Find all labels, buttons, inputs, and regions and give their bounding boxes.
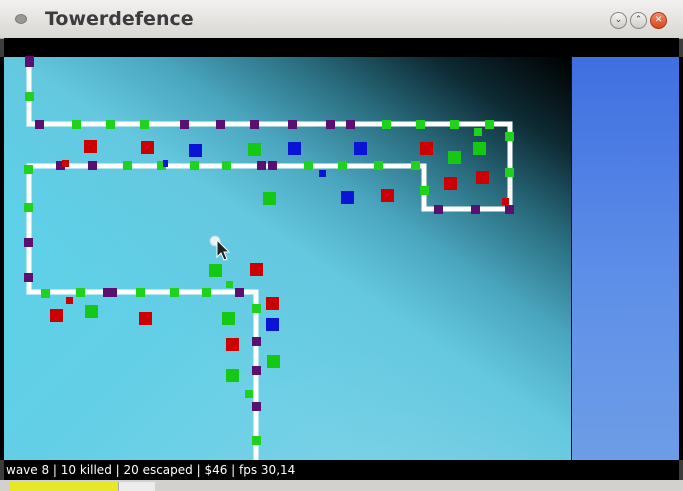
creep — [216, 120, 225, 129]
green-tower — [248, 143, 261, 156]
creep — [250, 120, 259, 129]
green-tower — [222, 312, 235, 325]
creep — [235, 288, 244, 297]
creep — [326, 120, 335, 129]
creep — [252, 304, 261, 313]
creep — [420, 186, 429, 195]
green-tower — [267, 355, 280, 368]
creep — [257, 161, 266, 170]
creep — [382, 120, 391, 129]
creep — [416, 120, 425, 129]
blue-tower — [354, 142, 367, 155]
creep — [72, 120, 81, 129]
creep — [346, 120, 355, 129]
projectiles — [62, 160, 509, 304]
game-window: Towerdefence ⌄ ⌃ ✕ wave 8 | 10 killed | … — [0, 0, 683, 491]
green-tower — [226, 369, 239, 382]
creep — [252, 402, 261, 411]
status-bar: wave 8 | 10 killed | 20 escaped | $46 | … — [4, 460, 679, 480]
creep — [24, 238, 33, 247]
red-tower — [250, 263, 263, 276]
game-board-layer — [24, 56, 514, 460]
creep — [140, 120, 149, 129]
red-tower — [476, 171, 489, 184]
mouse-pointer-icon — [216, 238, 231, 261]
creep — [471, 205, 480, 214]
creep — [25, 92, 34, 101]
creep — [24, 203, 33, 212]
creep — [108, 288, 117, 297]
creep — [41, 289, 50, 298]
creep — [123, 161, 132, 170]
creep — [222, 161, 231, 170]
creep — [450, 120, 459, 129]
red-tower — [84, 140, 97, 153]
red-tower — [139, 312, 152, 325]
creep-path — [26, 57, 513, 460]
creep — [35, 120, 44, 129]
blue-tower — [341, 191, 354, 204]
creep — [190, 161, 199, 170]
red-tower — [226, 338, 239, 351]
creep — [505, 205, 514, 214]
creep — [76, 288, 85, 297]
creep — [434, 205, 443, 214]
creep — [474, 128, 482, 136]
green-tower — [263, 192, 276, 205]
red-tower — [444, 177, 457, 190]
blue-tower — [288, 142, 301, 155]
creep — [252, 337, 261, 346]
creep — [25, 56, 34, 67]
red-tower — [50, 309, 63, 322]
projectile — [319, 170, 326, 177]
green-tower — [473, 142, 486, 155]
creep — [245, 390, 253, 398]
creep — [106, 120, 115, 129]
creep — [24, 165, 33, 174]
creep — [24, 273, 33, 282]
blue-tower — [266, 318, 279, 331]
creep — [252, 366, 261, 375]
creep — [374, 161, 383, 170]
creep — [226, 281, 233, 288]
creep — [304, 161, 313, 170]
creep — [505, 168, 514, 177]
green-tower — [209, 264, 222, 277]
creep — [180, 120, 189, 129]
projectile — [502, 198, 509, 205]
creeps — [24, 56, 514, 445]
creep — [338, 161, 347, 170]
blue-tower — [189, 144, 202, 157]
projectile — [62, 160, 69, 167]
creep — [485, 120, 494, 129]
creep — [202, 288, 211, 297]
projectile — [163, 160, 168, 167]
red-tower — [141, 141, 154, 154]
red-tower — [420, 142, 433, 155]
creep — [268, 161, 277, 170]
creep — [505, 132, 514, 141]
red-tower — [266, 297, 279, 310]
projectile — [66, 297, 73, 304]
taskbar-item[interactable] — [118, 482, 155, 491]
creep — [88, 161, 97, 170]
creep — [411, 161, 420, 170]
green-tower — [85, 305, 98, 318]
creep — [136, 288, 145, 297]
green-tower — [448, 151, 461, 164]
creep — [288, 120, 297, 129]
red-tower — [381, 189, 394, 202]
taskbar-item[interactable] — [10, 482, 118, 491]
creep — [170, 288, 179, 297]
creep — [252, 436, 261, 445]
